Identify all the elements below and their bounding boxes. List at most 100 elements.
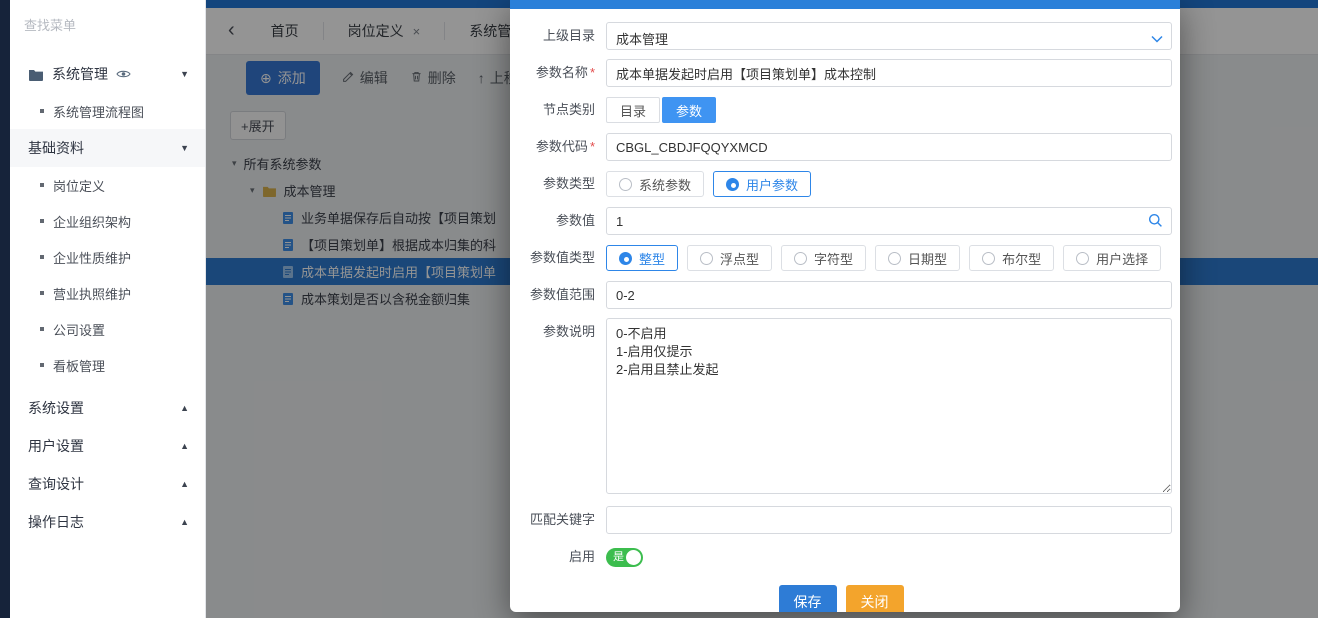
bullet-icon (40, 183, 44, 187)
search-icon[interactable] (1148, 213, 1163, 231)
chevron-down-icon[interactable]: ▼ (180, 69, 189, 79)
radio-icon (982, 252, 995, 265)
value-range-input[interactable] (606, 281, 1172, 309)
sidebar: 系统管理 ▼ 系统管理流程图 基础资料 ▼ 岗位定义 企业组织架构 企业性质维护 (10, 0, 206, 618)
sidebar-item-label: 基础资料 (28, 138, 84, 158)
sidebar-item-dashboard-management[interactable]: 看板管理 (10, 347, 205, 383)
required-icon: * (590, 65, 595, 80)
chevron-up-icon[interactable]: ▲ (180, 441, 189, 451)
toggle-on-label: 是 (613, 551, 624, 564)
value-type-string-radio[interactable]: 字符型 (781, 245, 866, 271)
field-label: 匹配关键字 (510, 506, 606, 534)
form-row-param-value: 参数值 (510, 207, 1172, 235)
sidebar-item-basic-data[interactable]: 基础资料 ▼ (10, 129, 205, 167)
radio-icon (726, 178, 739, 191)
field-label: 启用 (510, 543, 606, 571)
bullet-icon (40, 219, 44, 223)
param-code-input[interactable] (606, 133, 1172, 161)
value-type-float-radio[interactable]: 浮点型 (687, 245, 772, 271)
description-textarea[interactable]: 0-不启用 1-启用仅提示 2-启用且禁止发起 (606, 318, 1172, 494)
field-label: 参数说明 (510, 318, 606, 346)
param-value-input[interactable] (606, 207, 1172, 235)
folder-icon (28, 68, 44, 81)
bullet-icon (40, 327, 44, 331)
radio-icon (619, 252, 632, 265)
sidebar-subitem-label: 营业执照维护 (53, 284, 131, 303)
form-row-enabled: 启用 是 (510, 543, 1172, 571)
form-row-description: 参数说明 0-不启用 1-启用仅提示 2-启用且禁止发起 (510, 318, 1172, 497)
sidebar-item-system-flowchart[interactable]: 系统管理流程图 (10, 93, 205, 129)
bullet-icon (40, 291, 44, 295)
form-row-value-range: 参数值范围 (510, 281, 1172, 309)
sidebar-item-position-definition[interactable]: 岗位定义 (10, 167, 205, 203)
sidebar-item-label: 查询设计 (28, 474, 84, 494)
form-row-param-name: 参数名称* (510, 59, 1172, 87)
value-type-integer-radio[interactable]: 整型 (606, 245, 678, 271)
sidebar-item-label: 用户设置 (28, 436, 84, 456)
form-row-node-type: 节点类别 目录 参数 (510, 96, 1172, 124)
chevron-up-icon[interactable]: ▲ (180, 479, 189, 489)
parent-directory-value[interactable]: 成本管理 (606, 22, 1172, 50)
parent-directory-select[interactable]: 成本管理 (606, 22, 1172, 50)
sidebar-item-system-settings[interactable]: 系统设置 ▲ (10, 389, 205, 427)
sidebar-subitem-label: 看板管理 (53, 356, 105, 375)
dialog-header-bar (510, 0, 1180, 9)
dialog-body: 上级目录 成本管理 参数名称* 节点类别 目录 参数 参数代码* (510, 9, 1180, 612)
radio-icon (619, 178, 632, 191)
field-label: 参数代码* (510, 133, 606, 161)
sidebar-item-label: 系统设置 (28, 398, 84, 418)
value-type-boolean-radio[interactable]: 布尔型 (969, 245, 1054, 271)
required-icon: * (590, 139, 595, 154)
sidebar-item-operation-log[interactable]: 操作日志 ▲ (10, 503, 205, 541)
param-name-input[interactable] (606, 59, 1172, 87)
form-row-param-type: 参数类型 系统参数 用户参数 (510, 170, 1172, 198)
chevron-down-icon[interactable] (1151, 31, 1163, 46)
save-button[interactable]: 保存 (779, 585, 837, 612)
chevron-up-icon[interactable]: ▲ (180, 517, 189, 527)
radio-icon (1076, 252, 1089, 265)
radio-icon (888, 252, 901, 265)
sidebar-subitem-label: 企业组织架构 (53, 212, 131, 231)
field-label: 参数名称* (510, 59, 606, 87)
chevron-down-icon[interactable]: ▼ (180, 143, 189, 153)
form-row-param-code: 参数代码* (510, 133, 1172, 161)
chevron-up-icon[interactable]: ▲ (180, 403, 189, 413)
sidebar-search-row (10, 0, 205, 39)
node-type-segmented: 目录 参数 (606, 97, 1172, 123)
sidebar-item-org-structure[interactable]: 企业组织架构 (10, 203, 205, 239)
sidebar-item-company-settings[interactable]: 公司设置 (10, 311, 205, 347)
keyword-input[interactable] (606, 506, 1172, 534)
node-type-directory-button[interactable]: 目录 (606, 97, 660, 123)
sidebar-subitem-label: 系统管理流程图 (53, 102, 144, 121)
param-type-system-radio[interactable]: 系统参数 (606, 171, 704, 197)
sidebar-item-label: 系统管理 (52, 64, 108, 84)
field-label: 参数值类型 (510, 244, 606, 272)
sidebar-subitem-label: 企业性质维护 (53, 248, 131, 267)
sidebar-item-user-settings[interactable]: 用户设置 ▲ (10, 427, 205, 465)
value-type-user-select-radio[interactable]: 用户选择 (1063, 245, 1161, 271)
form-row-parent-dir: 上级目录 成本管理 (510, 22, 1172, 50)
sidebar-subitem-label: 岗位定义 (53, 176, 105, 195)
eye-icon[interactable] (116, 69, 131, 79)
close-button[interactable]: 关闭 (846, 585, 904, 612)
radio-icon (794, 252, 807, 265)
sidebar-item-enterprise-nature[interactable]: 企业性质维护 (10, 239, 205, 275)
dialog-footer: 保存 关闭 (510, 585, 1172, 612)
field-label: 参数类型 (510, 170, 606, 198)
param-type-options: 系统参数 用户参数 (606, 171, 1172, 197)
sidebar-item-business-license[interactable]: 营业执照维护 (10, 275, 205, 311)
value-type-date-radio[interactable]: 日期型 (875, 245, 960, 271)
enabled-toggle[interactable]: 是 (606, 548, 643, 567)
sidebar-item-query-design[interactable]: 查询设计 ▲ (10, 465, 205, 503)
sidebar-item-label: 操作日志 (28, 512, 84, 532)
param-type-user-radio[interactable]: 用户参数 (713, 171, 811, 197)
bullet-icon (40, 109, 44, 113)
sidebar-subitem-label: 公司设置 (53, 320, 105, 339)
field-label: 节点类别 (510, 96, 606, 124)
node-type-parameter-button[interactable]: 参数 (662, 97, 716, 123)
form-row-keyword: 匹配关键字 (510, 506, 1172, 534)
toggle-knob (626, 550, 641, 565)
search-input[interactable] (24, 18, 200, 33)
bullet-icon (40, 255, 44, 259)
sidebar-item-system-management[interactable]: 系统管理 ▼ (10, 55, 205, 93)
